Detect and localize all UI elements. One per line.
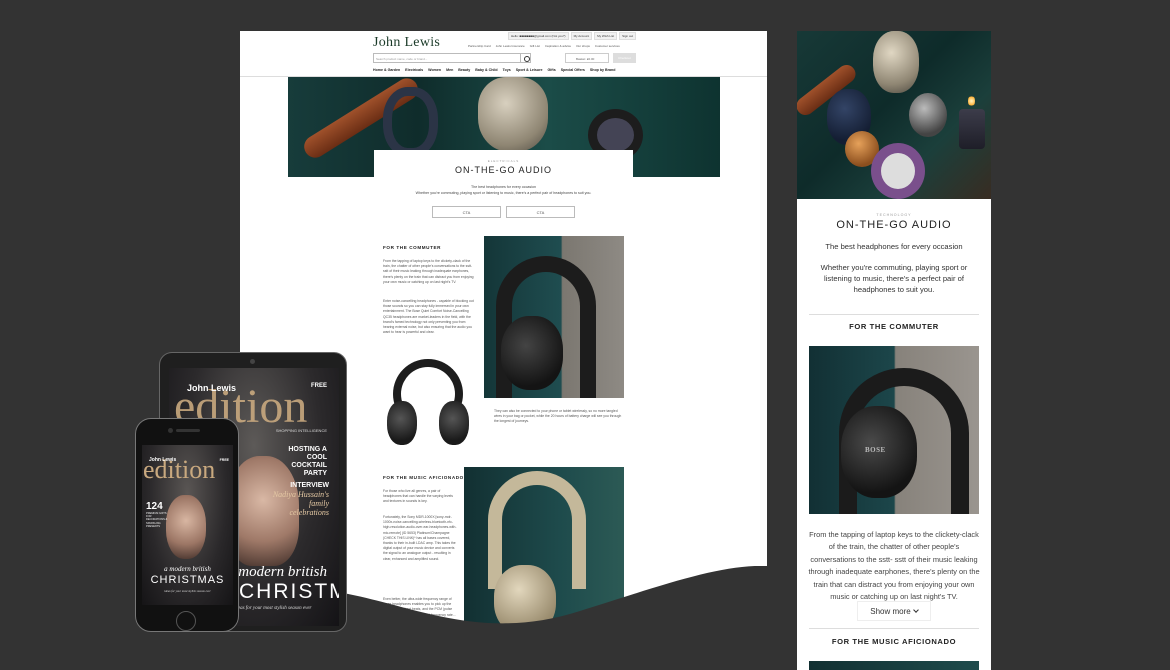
nav-home-garden[interactable]: Home & Garden: [373, 68, 400, 72]
tablet-free-badge: FREE: [310, 383, 327, 389]
phone-cover-modern: a modern british: [164, 565, 211, 573]
hero-headphones-gold: [478, 77, 548, 152]
phone-brand: John Lewis: [149, 457, 177, 463]
hero-headphones-navy: [383, 87, 438, 157]
bose-logo: BOSE: [865, 446, 886, 454]
music-paragraph-1: For those who live all genres, a pair of…: [383, 489, 453, 504]
checkout-button[interactable]: Checkout: [613, 53, 636, 63]
utility-link-shops[interactable]: Our shops: [576, 44, 590, 48]
mobile-page-title: ON-THE-GO AUDIO: [836, 219, 952, 231]
intro-subtitle: The best headphones for every occasion: [471, 185, 536, 189]
utility-link-insurance[interactable]: John Lewis Insurance: [496, 44, 525, 48]
divider: [809, 628, 979, 629]
nav-shop-by-brand[interactable]: Shop by Brand: [590, 68, 616, 72]
phone-free-badge: FREE: [219, 458, 229, 462]
phone-speaker: [176, 429, 200, 432]
tablet-camera: [250, 359, 255, 364]
tablet-cover-ideas: ideas for your most stylish season ever: [234, 606, 312, 611]
mobile-subtitle: The best headphones for every occasion: [825, 242, 963, 251]
page-title: ON-THE-GO AUDIO: [454, 165, 552, 175]
nav-sport-leisure[interactable]: Sport & Leisure: [516, 68, 543, 72]
divider: [809, 314, 979, 315]
candle: [959, 109, 985, 149]
photo-earcup: [501, 316, 563, 390]
commuter-paragraph-1: From the tapping of laptop keys to the c…: [383, 259, 474, 284]
product-right-cup: [439, 401, 469, 445]
chevron-down-icon: [912, 607, 919, 613]
nav-men[interactable]: Men: [446, 68, 453, 72]
mobile-music-photo: [809, 661, 979, 670]
nav-gifts[interactable]: Gifts: [548, 68, 556, 72]
account-links: Hello: ■■■■■■■■@gmail.com (Not you?) My …: [508, 32, 637, 40]
search-input[interactable]: Search product name, code or brand...: [373, 53, 531, 63]
tablet-cover-line-interview: INTERVIEW: [290, 482, 329, 489]
john-lewis-logo[interactable]: John Lewis: [373, 35, 440, 51]
mobile-hero-purple-headphones: [871, 143, 925, 199]
mobile-hero-grey-headphones: [909, 93, 947, 137]
mobile-hero-gold-headphones: [873, 31, 919, 93]
commuter-paragraph-3: They can also be connected to your phone…: [494, 409, 622, 424]
section-eyebrow: ELECTRICALS: [487, 159, 520, 163]
category-nav: Home & Garden Electricals Women Men Beau…: [373, 68, 615, 72]
phone-cover-number: 124: [146, 501, 163, 512]
product-image-bose-qc35[interactable]: [383, 357, 473, 449]
commuter-heading: FOR THE COMMUTER: [383, 245, 442, 250]
intro-description: Whether you're commuting, playing sport …: [415, 191, 592, 195]
tablet-cover-line-interview-sub: Nadiya Hussain's family celebrations: [272, 490, 329, 517]
tablet-brand: John Lewis: [187, 383, 237, 393]
music-paragraph-2: Fortunately, the Sony MDR-1000X [sony-md…: [383, 515, 457, 561]
basket-button[interactable]: Basket: £0.00: [565, 53, 609, 63]
mobile-page: TECHNOLOGY ON-THE-GO AUDIO The best head…: [797, 31, 991, 670]
utility-link-partnership[interactable]: Partnership Card: [468, 44, 491, 48]
utility-link-inspiration[interactable]: Inspiration & advice: [545, 44, 571, 48]
music-heading: FOR THE MUSIC AFICIONADO: [383, 475, 464, 480]
tablet-cover-modern: a modern british: [227, 564, 328, 580]
account-greeting[interactable]: Hello: ■■■■■■■■@gmail.com (Not you?): [508, 32, 569, 40]
phone-camera: [168, 428, 173, 433]
nav-toys[interactable]: Toys: [503, 68, 511, 72]
utility-link-giftlist[interactable]: Gift List: [530, 44, 540, 48]
wish-list-link[interactable]: My Wish List: [594, 32, 618, 40]
my-account-link[interactable]: My Account: [570, 32, 593, 40]
phone-cover-model: [166, 495, 206, 559]
candle-flame: [968, 95, 975, 107]
mobile-commuter-paragraph: From the tapping of laptop keys to the c…: [808, 530, 980, 602]
phone-cover-christmas: CHRISTMAS: [150, 574, 225, 586]
nav-baby-child[interactable]: Baby & Child: [475, 68, 497, 72]
cta-button-2[interactable]: CTA: [506, 206, 575, 218]
show-more-button[interactable]: Show more: [857, 601, 931, 621]
mobile-hero-image: [797, 31, 991, 199]
utility-nav: Partnership Card John Lewis Insurance Gi…: [468, 44, 620, 48]
mobile-intro-text: Whether you're commuting, playing sport …: [820, 263, 968, 294]
home-button[interactable]: [176, 611, 196, 631]
search-icon[interactable]: [520, 53, 531, 63]
phone-device: edition John Lewis FREE 124 PREMIUM GIFT…: [135, 418, 239, 632]
commuter-photo: [484, 236, 624, 398]
mobile-commuter-heading: FOR THE COMMUTER: [849, 322, 939, 331]
nav-electricals[interactable]: Electricals: [405, 68, 423, 72]
mobile-music-heading: FOR THE MUSIC AFICIONADO: [831, 637, 957, 646]
product-left-cup: [387, 401, 417, 445]
tablet-cover-christmas: CHRISTMAS: [239, 580, 339, 603]
tablet-cover-line-hosting: HOSTING A COOL COCKTAIL PARTY: [288, 446, 327, 477]
sign-out-link[interactable]: Sign out: [619, 32, 637, 40]
utility-link-customer[interactable]: Customer services: [595, 44, 620, 48]
phone-cover-ideas: ideas for your most stylish season ever: [164, 589, 211, 593]
mobile-eyebrow: TECHNOLOGY: [876, 213, 912, 217]
tablet-tagline: SHOPPING INTELLIGENCE: [275, 428, 327, 433]
intro-panel: ELECTRICALS ON-THE-GO AUDIO: [374, 150, 633, 182]
nav-beauty[interactable]: Beauty: [458, 68, 470, 72]
phone-cover-gifts: PREMIUM GIFTS FOR DECORATIONS & SPARKLIN…: [146, 512, 168, 528]
show-more-label: Show more: [870, 607, 911, 616]
site-header: John Lewis Hello: ■■■■■■■■@gmail.com (No…: [240, 31, 767, 77]
nav-special-offers[interactable]: Special Offers: [561, 68, 585, 72]
nav-women[interactable]: Women: [428, 68, 441, 72]
cta-button-1[interactable]: CTA: [432, 206, 501, 218]
mobile-commuter-photo: BOSE: [809, 346, 979, 514]
commuter-paragraph-2: Enter noise-cancelling headphones - capa…: [383, 299, 474, 335]
phone-screen: edition John Lewis FREE 124 PREMIUM GIFT…: [142, 445, 233, 605]
